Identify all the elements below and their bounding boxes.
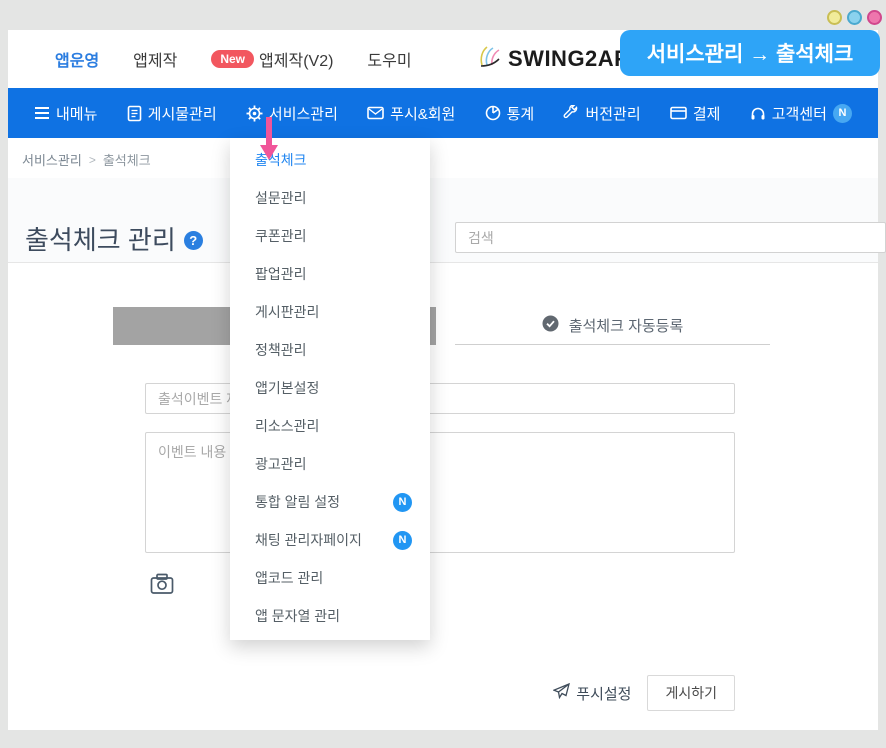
annotation-arrow-icon	[258, 116, 280, 167]
pie-chart-icon	[485, 105, 501, 121]
nav-push-members[interactable]: 푸시&회원	[367, 103, 455, 124]
nav-post-management[interactable]: 게시물관리	[127, 103, 217, 124]
menu-item-board[interactable]: 게시판관리	[230, 293, 430, 331]
menu-item-label: 정책관리	[255, 340, 307, 360]
nav-my-menu[interactable]: 내메뉴	[34, 103, 97, 124]
page-title-text: 출석체크 관리	[25, 220, 176, 257]
tab-app-operation[interactable]: 앱운영	[55, 47, 99, 71]
menu-item-app-basic-settings[interactable]: 앱기본설정	[230, 369, 430, 407]
menu-item-label: 통합 알림 설정	[255, 492, 340, 512]
nav-label: 통계	[507, 103, 535, 124]
breadcrumb-service-management[interactable]: 서비스관리	[22, 150, 82, 169]
search-input[interactable]	[455, 222, 886, 253]
help-icon[interactable]: ?	[184, 231, 203, 250]
menu-item-advertising[interactable]: 광고관리	[230, 445, 430, 483]
window-dot-pink[interactable]	[867, 10, 882, 25]
new-indicator-badge: N	[833, 104, 852, 123]
nav-label: 결제	[693, 103, 721, 124]
push-settings-button[interactable]: 푸시설정	[553, 683, 631, 704]
tab-label: 앱제작	[133, 47, 177, 71]
nav-payment[interactable]: 결제	[670, 103, 721, 124]
window-dot-blue[interactable]	[847, 10, 862, 25]
tab-app-create-v2[interactable]: New 앱제작(V2)	[211, 47, 333, 71]
tab-label: 앱제작(V2)	[259, 47, 333, 71]
bottom-actions: 푸시설정 게시하기	[553, 675, 735, 711]
menu-item-resource[interactable]: 리소스관리	[230, 407, 430, 445]
nav-label: 내메뉴	[56, 103, 97, 124]
publish-button[interactable]: 게시하기	[647, 675, 735, 711]
main-nav: 내메뉴 게시물관리 서비스관리 푸시&회원 통계	[8, 88, 878, 138]
breadcrumb: 서비스관리 > 출석체크	[22, 150, 151, 169]
card-icon	[670, 106, 687, 120]
menu-item-label: 쿠폰관리	[255, 226, 307, 246]
menu-item-label: 앱코드 관리	[255, 568, 323, 588]
tab-label: 도우미	[367, 47, 411, 71]
menu-item-coupon[interactable]: 쿠폰관리	[230, 217, 430, 255]
menu-item-label: 게시판관리	[255, 302, 319, 322]
title-section: 출석체크 관리 ?	[8, 178, 878, 263]
menu-item-app-code[interactable]: 앱코드 관리	[230, 559, 430, 597]
breadcrumb-attendance-check: 출석체크	[103, 150, 151, 169]
nav-version-management[interactable]: 버전관리	[563, 103, 640, 124]
tab-auto-register[interactable]: 출석체크 자동등록	[455, 307, 770, 345]
nav-statistics[interactable]: 통계	[485, 103, 535, 124]
menu-item-app-string[interactable]: 앱 문자열 관리	[230, 597, 430, 635]
menu-item-popup[interactable]: 팝업관리	[230, 255, 430, 293]
document-icon	[127, 105, 142, 122]
menu-item-label: 앱기본설정	[255, 378, 319, 398]
menu-item-policy[interactable]: 정책관리	[230, 331, 430, 369]
nav-label: 버전관리	[585, 103, 640, 124]
check-circle-icon	[542, 315, 559, 336]
page-title: 출석체크 관리 ?	[25, 220, 203, 257]
new-indicator-badge: N	[393, 531, 412, 550]
menu-item-integrated-notification[interactable]: 통합 알림 설정 N	[230, 483, 430, 521]
menu-item-survey[interactable]: 설문관리	[230, 179, 430, 217]
menu-icon	[34, 106, 50, 120]
wrench-icon	[563, 105, 579, 121]
nav-label: 게시물관리	[148, 103, 217, 124]
logo-swoosh-icon	[478, 44, 504, 73]
menu-item-label: 설문관리	[255, 188, 307, 208]
headset-icon	[750, 106, 766, 121]
tab-auto-register-label: 출석체크 자동등록	[569, 315, 684, 336]
annotation-callout: 서비스관리 → 출석체크	[620, 30, 880, 76]
tab-helper[interactable]: 도우미	[367, 47, 411, 71]
new-badge: New	[211, 50, 254, 68]
paper-plane-icon	[553, 683, 570, 703]
menu-item-label: 앱 문자열 관리	[255, 606, 340, 626]
push-settings-label: 푸시설정	[576, 683, 631, 704]
mail-icon	[367, 106, 384, 120]
window-dot-yellow[interactable]	[827, 10, 842, 25]
menu-item-label: 광고관리	[255, 454, 307, 474]
menu-item-label: 리소스관리	[255, 416, 319, 436]
tab-label: 앱운영	[55, 47, 99, 71]
nav-label: 고객센터	[772, 103, 827, 124]
tab-app-create[interactable]: 앱제작	[133, 47, 177, 71]
nav-label: 푸시&회원	[390, 103, 455, 124]
menu-item-chat-admin-page[interactable]: 채팅 관리자페이지 N	[230, 521, 430, 559]
service-management-dropdown: 출석체크 설문관리 쿠폰관리 팝업관리 게시판관리 정책관리 앱기본설정 리소스…	[230, 138, 430, 640]
nav-customer-center[interactable]: 고객센터 N	[750, 103, 852, 124]
breadcrumb-separator: >	[89, 153, 96, 167]
camera-icon[interactable]	[150, 573, 174, 597]
menu-item-label: 채팅 관리자페이지	[255, 530, 362, 550]
header-tabs: 앱운영 앱제작 New 앱제작(V2) 도우미	[55, 47, 412, 71]
menu-item-label: 팝업관리	[255, 264, 307, 284]
new-indicator-badge: N	[393, 493, 412, 512]
main-panel: 앱운영 앱제작 New 앱제작(V2) 도우미	[8, 30, 878, 730]
